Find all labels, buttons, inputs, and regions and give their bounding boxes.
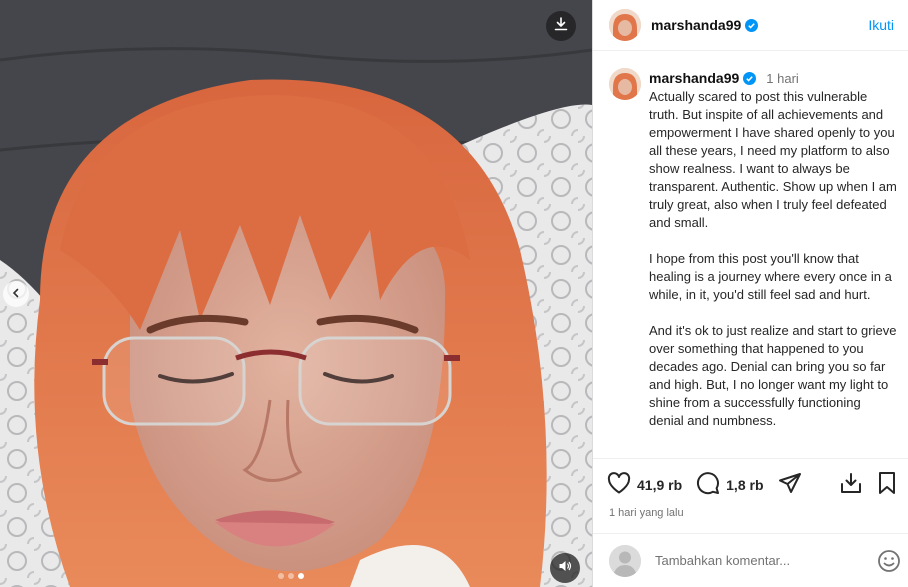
post-header: marshanda99 Ikuti [593, 0, 908, 51]
post-details-panel: marshanda99 Ikuti marshanda99 1 hari Act… [592, 0, 908, 587]
chevron-left-icon [11, 285, 21, 303]
avatar[interactable] [609, 9, 641, 41]
caption-body: marshanda99 1 hari Actually scared to po… [649, 68, 899, 448]
comment-count[interactable]: 1,8 rb [726, 477, 763, 493]
post-date[interactable]: 1 hari yang lalu [593, 507, 908, 519]
comments-list[interactable]: marshanda99 1 hari Actually scared to po… [593, 58, 908, 458]
carousel-prev-button[interactable] [3, 281, 29, 307]
add-comment-bar [593, 533, 908, 587]
caption-paragraph: Actually scared to post this vulnerable … [649, 89, 897, 230]
save-to-device-button[interactable] [839, 471, 863, 500]
volume-icon [558, 559, 572, 578]
post-media[interactable] [0, 0, 592, 587]
caption-paragraph: I hope from this post you'll know that h… [649, 251, 892, 302]
follow-button[interactable]: Ikuti [868, 17, 894, 33]
post-actions: 41,9 rb 1,8 rb 1 hari yang lalu [593, 458, 908, 533]
caption-text: Actually scared to post this vulnerable … [649, 88, 899, 430]
bookmark-icon [877, 471, 897, 500]
like-count[interactable]: 41,9 rb [637, 477, 682, 493]
carousel-dot-active [298, 573, 304, 579]
comment-button[interactable]: 1,8 rb [696, 471, 764, 500]
heart-icon [607, 471, 631, 499]
post-username[interactable]: marshanda99 [651, 17, 741, 33]
comment-input[interactable] [655, 553, 865, 568]
caption: marshanda99 1 hari Actually scared to po… [593, 58, 908, 448]
bookmark-button[interactable] [877, 471, 897, 500]
like-button[interactable]: 41,9 rb [607, 471, 682, 499]
verified-badge-icon [743, 71, 757, 85]
volume-button[interactable] [550, 553, 580, 583]
carousel-dot [288, 573, 294, 579]
avatar[interactable] [609, 68, 641, 100]
caption-header: marshanda99 1 hari [649, 68, 899, 88]
caption-timestamp[interactable]: 1 hari [766, 71, 799, 86]
download-icon [839, 471, 863, 500]
download-button[interactable] [546, 11, 576, 41]
comment-icon [696, 471, 720, 500]
share-button[interactable] [778, 471, 802, 500]
caption-paragraph: And it's ok to just realize and start to… [649, 323, 897, 428]
post-photo [0, 0, 592, 587]
download-icon [554, 16, 568, 36]
carousel-dot [278, 573, 284, 579]
send-icon [778, 471, 802, 500]
carousel-indicator [278, 573, 304, 579]
emoji-icon[interactable] [877, 549, 901, 573]
verified-badge-icon [745, 18, 759, 32]
avatar [609, 544, 641, 577]
caption-username[interactable]: marshanda99 [649, 70, 739, 86]
